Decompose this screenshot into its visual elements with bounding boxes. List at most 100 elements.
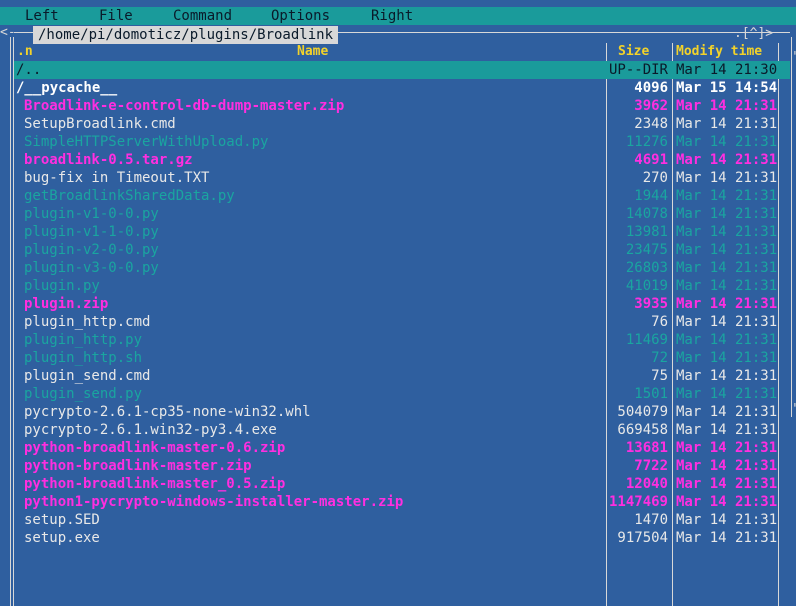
file-size: 41019 <box>625 278 668 294</box>
file-row[interactable]: bug-fix in Timeout.TXT 270 Mar 14 21:31 <box>14 169 790 187</box>
file-row[interactable]: broadlink-0.5.tar.gz 4691 Mar 14 21:31 <box>14 151 790 169</box>
menu-bar: Left File Command Options Right <box>0 7 796 25</box>
file-size: 3935 <box>634 296 668 312</box>
history-hint[interactable]: .[^]> <box>734 27 773 41</box>
file-row[interactable]: plugin_http.cmd 76 Mar 14 21:31 <box>14 313 790 331</box>
menu-options[interactable]: Options <box>271 7 330 25</box>
file-size: 669458 <box>617 422 668 438</box>
file-row[interactable]: plugin.zip 3935 Mar 14 21:31 <box>14 295 790 313</box>
file-row[interactable]: setup.SED 1470 Mar 14 21:31 <box>14 511 790 529</box>
file-row[interactable]: plugin_send.cmd 75 Mar 14 21:31 <box>14 367 790 385</box>
menu-file[interactable]: File <box>99 7 133 25</box>
sort-indicator[interactable]: .n <box>17 44 33 60</box>
file-row[interactable]: SetupBroadlink.cmd 2348 Mar 14 21:31 <box>14 115 790 133</box>
file-size: 1470 <box>634 512 668 528</box>
file-mtime: Mar 14 21:31 <box>676 134 778 150</box>
file-row[interactable]: getBroadlinkSharedData.py 1944 Mar 14 21:3… <box>14 187 790 205</box>
file-mtime: Mar 14 21:31 <box>676 332 778 348</box>
file-size: 14078 <box>625 206 668 222</box>
file-name: plugin.py <box>24 278 100 294</box>
current-path[interactable]: /home/pi/domoticz/plugins/Broadlink <box>33 26 339 44</box>
file-row[interactable]: setup.exe 917504 Mar 14 21:31 <box>14 529 790 547</box>
panel-right-border <box>791 37 792 417</box>
file-name: SetupBroadlink.cmd <box>24 116 176 132</box>
scroll-indicator-bottom: ' <box>791 402 796 417</box>
file-mtime: Mar 14 21:31 <box>676 422 778 438</box>
scroll-indicator: ' <box>791 50 796 65</box>
file-size: 12040 <box>625 476 668 492</box>
column-header-size[interactable]: Size <box>618 44 649 60</box>
file-size: 917504 <box>617 530 668 546</box>
file-name: plugin_http.py <box>24 332 143 348</box>
file-name: plugin-v1-0-0.py <box>24 206 159 222</box>
file-size: 504079 <box>617 404 668 420</box>
file-row[interactable]: python1-pycrypto-windows-installer-maste… <box>14 493 790 511</box>
file-size: 3962 <box>634 98 668 114</box>
file-mtime: Mar 14 21:31 <box>676 116 778 132</box>
file-size: 72 <box>651 350 668 366</box>
file-mtime: Mar 15 14:54 <box>676 80 778 96</box>
file-row[interactable]: pycrypto-2.6.1.win32-py3.4.exe 669458 Mar … <box>14 421 790 439</box>
file-name: setup.exe <box>24 530 100 546</box>
file-row[interactable]: python-broadlink-master_0.5.zip 12040 Mar … <box>14 475 790 493</box>
file-row[interactable]: plugin-v1-0-0.py 14078 Mar 14 21:31 <box>14 205 790 223</box>
file-row[interactable]: plugin-v2-0-0.py 23475 Mar 14 21:31 <box>14 241 790 259</box>
file-name: plugin.zip <box>24 296 109 312</box>
file-mtime: Mar 14 21:31 <box>676 404 778 420</box>
file-mtime: Mar 14 21:31 <box>676 224 778 240</box>
file-row[interactable]: python-broadlink-master-0.6.zip 13681 Mar … <box>14 439 790 457</box>
file-row[interactable]: Broadlink-e-control-db-dump-master.zip 39… <box>14 97 790 115</box>
file-row[interactable]: plugin_http.sh 72 Mar 14 21:31 <box>14 349 790 367</box>
file-size: 13681 <box>625 440 668 456</box>
file-mtime: Mar 14 21:30 <box>676 62 778 78</box>
file-name: /.. <box>16 62 42 78</box>
file-row[interactable]: plugin.py 41019 Mar 14 21:31 <box>14 277 790 295</box>
file-mtime: Mar 14 21:31 <box>676 296 778 312</box>
file-mtime: Mar 14 21:31 <box>676 368 778 384</box>
file-row-selected[interactable]: /.. UP--DIR Mar 14 21:30 <box>14 61 790 79</box>
file-name: bug-fix in Timeout.TXT <box>24 170 210 186</box>
file-size: 7722 <box>634 458 668 474</box>
file-row[interactable]: plugin_http.py 11469 Mar 14 21:31 <box>14 331 790 349</box>
file-size: 270 <box>642 170 668 186</box>
file-mtime: Mar 14 21:31 <box>676 314 778 330</box>
file-mtime: Mar 14 21:31 <box>676 278 778 294</box>
file-row[interactable]: plugin-v1-1-0.py 13981 Mar 14 21:31 <box>14 223 790 241</box>
file-row[interactable]: plugin_send.py 1501 Mar 14 21:31 <box>14 385 790 403</box>
file-row[interactable]: /__pycache__ 4096 Mar 15 14:54 <box>14 79 790 97</box>
column-header-mtime[interactable]: Modify time <box>676 44 762 60</box>
file-name: pycrypto-2.6.1.win32-py3.4.exe <box>24 422 277 438</box>
file-size: UP--DIR <box>608 62 668 78</box>
file-name: plugin_http.cmd <box>24 314 151 330</box>
file-name: getBroadlinkSharedData.py <box>24 188 235 204</box>
file-mtime: Mar 14 21:31 <box>676 386 778 402</box>
file-name: python-broadlink-master-0.6.zip <box>24 440 286 456</box>
file-row[interactable]: pycrypto-2.6.1-cp35-none-win32.whl 504079… <box>14 403 790 421</box>
file-mtime: Mar 14 21:31 <box>676 494 778 510</box>
file-size: 26803 <box>625 260 668 276</box>
file-name: setup.SED <box>24 512 100 528</box>
file-mtime: Mar 14 21:31 <box>676 476 778 492</box>
file-row[interactable]: python-broadlink-master.zip 7722 Mar 14 21… <box>14 457 790 475</box>
menu-command[interactable]: Command <box>173 7 232 25</box>
menu-right[interactable]: Right <box>371 7 413 25</box>
file-mtime: Mar 14 21:31 <box>676 170 778 186</box>
file-row[interactable]: SimpleHTTPServerWithUpload.py 11276 Mar 14… <box>14 133 790 151</box>
file-size: 75 <box>651 368 668 384</box>
file-size: 23475 <box>625 242 668 258</box>
file-name: plugin_send.py <box>24 386 143 402</box>
file-name: python-broadlink-master.zip <box>24 458 252 474</box>
file-mtime: Mar 14 21:31 <box>676 350 778 366</box>
file-name: plugin-v2-0-0.py <box>24 242 159 258</box>
panel-left-border-outer <box>10 37 11 606</box>
file-size: 1944 <box>634 188 668 204</box>
file-row[interactable]: plugin-v3-0-0.py 26803 Mar 14 21:31 <box>14 259 790 277</box>
file-mtime: Mar 14 21:31 <box>676 530 778 546</box>
file-mtime: Mar 14 21:31 <box>676 458 778 474</box>
file-name: SimpleHTTPServerWithUpload.py <box>24 134 269 150</box>
file-name: /__pycache__ <box>16 80 118 96</box>
file-mtime: Mar 14 21:31 <box>676 512 778 528</box>
column-header-name[interactable]: Name <box>297 44 328 60</box>
file-name: python1-pycrypto-windows-installer-maste… <box>24 494 404 510</box>
menu-left[interactable]: Left <box>25 7 59 25</box>
